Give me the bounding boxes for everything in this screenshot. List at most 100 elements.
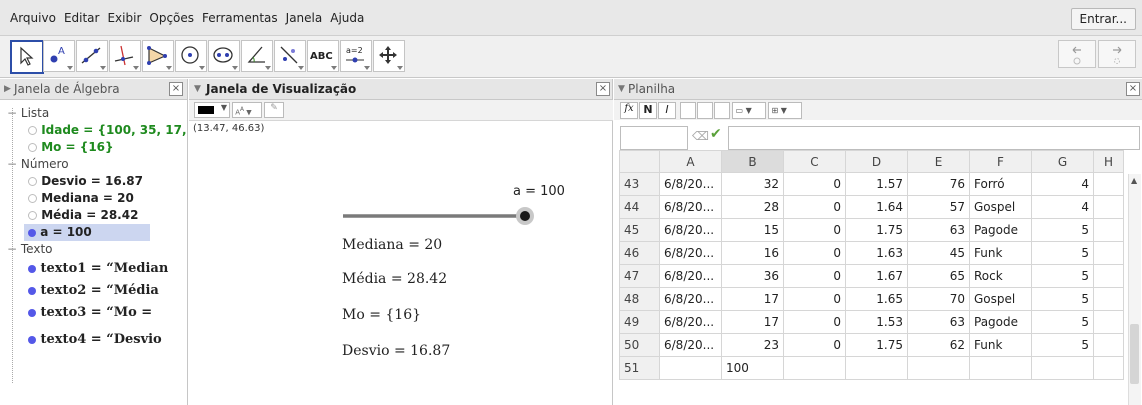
cell-B[interactable]: 16 [721, 241, 784, 265]
cell-C[interactable]: 0 [783, 241, 846, 265]
menu-item[interactable]: Ajuda [326, 0, 368, 36]
cell-B[interactable]: 100 [721, 356, 784, 380]
redo-button[interactable] [1098, 40, 1136, 68]
column-header[interactable]: E [907, 150, 970, 173]
cell-A[interactable] [659, 356, 722, 380]
graphics-view[interactable]: ▼ Janela de Visualização × ▼ AA ▼ ✎ (13.… [189, 79, 613, 405]
cell-G[interactable]: 5 [1031, 264, 1094, 288]
cell-G[interactable]: 5 [1031, 287, 1094, 311]
bgcolor-dropdown[interactable]: ▭ ▼ [732, 102, 766, 119]
cell-B[interactable]: 28 [721, 195, 784, 219]
algebra-item-texto4[interactable]: texto4 = “Desvio [0, 330, 186, 350]
visibility-dot-icon[interactable] [28, 126, 37, 135]
collapse-triangle-icon[interactable]: ▼ [618, 79, 625, 99]
cell-G[interactable]: 5 [1031, 218, 1094, 242]
text-desvio[interactable]: Desvio = 16.87 [342, 343, 450, 359]
cell-F[interactable]: Rock [969, 264, 1032, 288]
slider-knob[interactable] [520, 211, 530, 221]
column-header[interactable]: C [783, 150, 846, 173]
circle-tool-button[interactable] [175, 40, 207, 72]
visibility-dot-icon[interactable] [28, 143, 37, 152]
row-header[interactable]: 47 [619, 264, 660, 288]
menu-item[interactable]: Editar [60, 0, 104, 36]
visibility-dot-icon[interactable] [28, 264, 36, 273]
align-center-icon[interactable] [697, 102, 713, 119]
collapse-triangle-icon[interactable]: ▶ [4, 79, 11, 99]
cell-D[interactable]: 1.64 [845, 195, 908, 219]
cell-D[interactable]: 1.67 [845, 264, 908, 288]
undo-button[interactable] [1058, 40, 1096, 68]
cell-B[interactable]: 17 [721, 310, 784, 334]
cell-name-field[interactable] [620, 126, 688, 150]
close-spreadsheet-icon[interactable]: × [1126, 82, 1140, 96]
column-header[interactable]: D [845, 150, 908, 173]
formula-input[interactable] [728, 126, 1140, 150]
checkmark-icon[interactable]: ✔ [710, 126, 722, 142]
cell-F[interactable]: Pagode [969, 218, 1032, 242]
cell-E[interactable]: 63 [907, 310, 970, 334]
cell-C[interactable]: 0 [783, 264, 846, 288]
text-media[interactable]: Média = 28.42 [342, 271, 447, 287]
algebra-item-texto3[interactable]: texto3 = “Mo = [0, 303, 186, 323]
pin-icon[interactable]: ✎ [264, 102, 284, 118]
move-view-tool-button[interactable] [373, 40, 405, 72]
align-left-icon[interactable] [680, 102, 696, 119]
algebra-item-texto1[interactable]: texto1 = “Median [0, 259, 186, 279]
conic-tool-button[interactable] [208, 40, 240, 72]
cell-H[interactable] [1093, 356, 1124, 380]
cell-G[interactable] [1031, 356, 1094, 380]
category-lista[interactable]: − Lista [0, 105, 186, 122]
cell-F[interactable]: Gospel [969, 195, 1032, 219]
cell-E[interactable]: 65 [907, 264, 970, 288]
algebra-item-mo[interactable]: Mo = {16} [0, 139, 186, 156]
visibility-dot-icon[interactable] [28, 177, 37, 186]
row-header[interactable]: 44 [619, 195, 660, 219]
cell-C[interactable] [783, 356, 846, 380]
cell-F[interactable]: Pagode [969, 310, 1032, 334]
row-header[interactable]: 45 [619, 218, 660, 242]
row-header[interactable]: 51 [619, 356, 660, 380]
cell-B[interactable]: 15 [721, 218, 784, 242]
point-tool-button[interactable]: A [43, 40, 75, 72]
cell-D[interactable]: 1.63 [845, 241, 908, 265]
cell-F[interactable]: Gospel [969, 287, 1032, 311]
cell-B[interactable]: 36 [721, 264, 784, 288]
line-style-dropdown[interactable]: ▼ [194, 102, 230, 118]
text-mediana[interactable]: Mediana = 20 [342, 237, 442, 253]
cell-H[interactable] [1093, 333, 1124, 357]
column-header[interactable]: H [1093, 150, 1124, 173]
cell-C[interactable]: 0 [783, 310, 846, 334]
cell-B[interactable]: 32 [721, 172, 784, 196]
cell-C[interactable]: 0 [783, 172, 846, 196]
close-algebra-icon[interactable]: × [169, 82, 183, 96]
cell-A[interactable]: 6/8/20... [659, 333, 722, 357]
cell-D[interactable]: 1.57 [845, 172, 908, 196]
visibility-dot-icon[interactable] [28, 228, 36, 237]
menu-item[interactable]: Exibir [103, 0, 145, 36]
cell-G[interactable]: 4 [1031, 172, 1094, 196]
cell-E[interactable]: 62 [907, 333, 970, 357]
algebra-item-idade[interactable]: Idade = {100, 35, 17, : [0, 122, 186, 139]
category-numero[interactable]: − Número [0, 156, 186, 173]
cell-A[interactable]: 6/8/20... [659, 264, 722, 288]
scroll-thumb[interactable] [1130, 324, 1139, 384]
cell-D[interactable]: 1.53 [845, 310, 908, 334]
visibility-dot-icon[interactable] [28, 286, 36, 295]
polygon-tool-button[interactable] [142, 40, 174, 72]
cell-H[interactable] [1093, 264, 1124, 288]
cell-A[interactable]: 6/8/20... [659, 218, 722, 242]
menu-item[interactable]: Arquivo [6, 0, 60, 36]
reflect-tool-button[interactable] [274, 40, 306, 72]
algebra-item-a[interactable]: a = 100 [24, 224, 150, 241]
cell-G[interactable]: 5 [1031, 241, 1094, 265]
cell-A[interactable]: 6/8/20... [659, 195, 722, 219]
cell-F[interactable]: Funk [969, 241, 1032, 265]
category-texto[interactable]: − Texto [0, 241, 186, 258]
perpendicular-tool-button[interactable] [109, 40, 141, 72]
cell-A[interactable]: 6/8/20... [659, 287, 722, 311]
visibility-dot-icon[interactable] [28, 211, 37, 220]
column-header[interactable]: G [1031, 150, 1094, 173]
cell-E[interactable]: 57 [907, 195, 970, 219]
cell-B[interactable]: 17 [721, 287, 784, 311]
cell-G[interactable]: 4 [1031, 195, 1094, 219]
